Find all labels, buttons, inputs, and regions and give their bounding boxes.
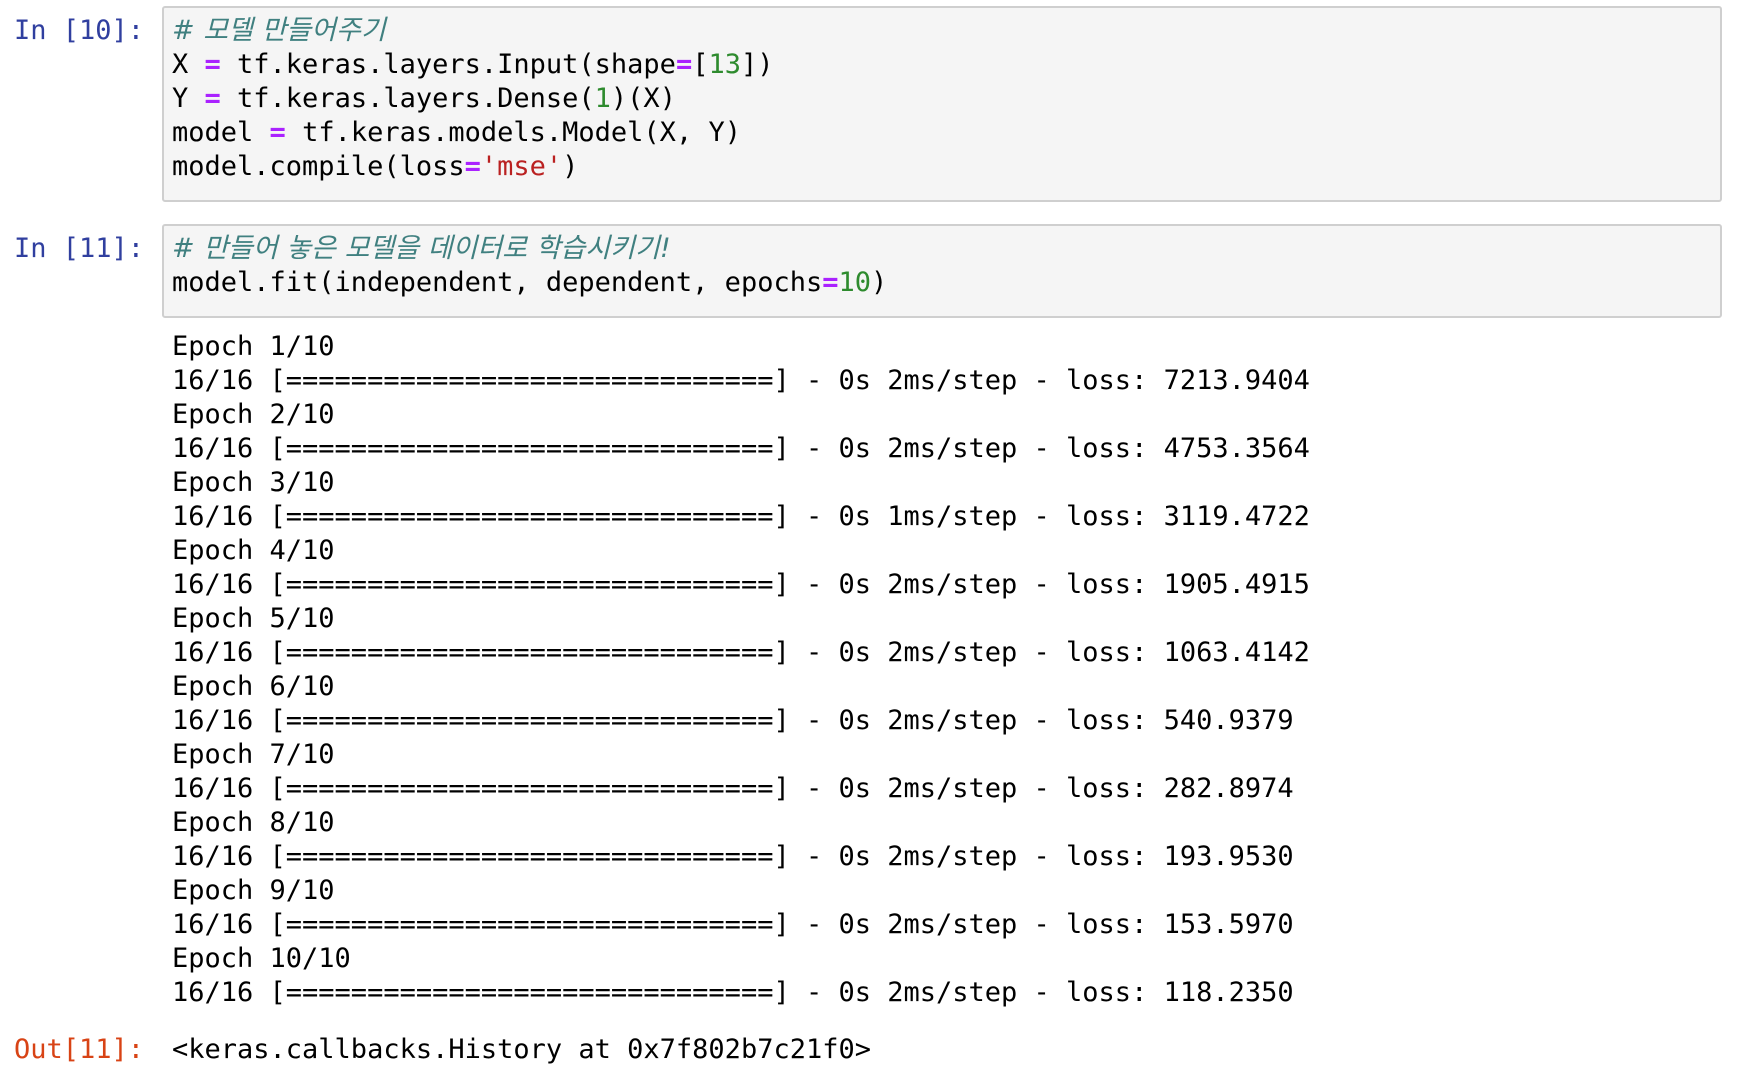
code-line: # 모델 만들어주기 xyxy=(172,14,1712,48)
epoch-header: Epoch 10/10 xyxy=(172,943,351,974)
progress-line: 16/16 [==============================] -… xyxy=(172,773,1294,804)
code-token: = xyxy=(204,49,221,80)
progress-line: 16/16 [==============================] -… xyxy=(172,705,1294,736)
epoch-header: Epoch 3/10 xyxy=(172,467,335,498)
epoch-header: Epoch 8/10 xyxy=(172,807,335,838)
code-token: = xyxy=(464,151,481,182)
code-token: = xyxy=(822,267,839,298)
epoch-header: Epoch 4/10 xyxy=(172,535,335,566)
epoch-header: Epoch 6/10 xyxy=(172,671,335,702)
code-token: X xyxy=(172,49,205,80)
code-token: tf.keras.models.Model(X, Y) xyxy=(285,117,741,148)
progress-line: 16/16 [==============================] -… xyxy=(172,433,1310,464)
code-token: [ xyxy=(692,49,709,80)
code-token: ) xyxy=(562,151,579,182)
code-line: model.compile(loss='mse') xyxy=(172,150,1712,184)
progress-line: 16/16 [==============================] -… xyxy=(172,569,1310,600)
input-prompt: In [10]: xyxy=(14,15,145,46)
code-token: ) xyxy=(871,267,888,298)
code-line: model = tf.keras.models.Model(X, Y) xyxy=(172,116,1712,150)
epoch-header: Epoch 9/10 xyxy=(172,875,335,906)
code-token: = xyxy=(204,83,221,114)
stream-output: Epoch 1/10 16/16 [=======================… xyxy=(172,330,1672,1010)
code-line: model.fit(independent, dependent, epochs… xyxy=(172,266,1712,300)
code-token: = xyxy=(675,49,693,80)
code-token: 1 xyxy=(594,83,611,114)
code-token: 10 xyxy=(838,267,871,298)
code-token: tf.keras.layers.Dense( xyxy=(220,83,595,114)
code-editor[interactable]: # 만들어 놓은 모델을 데이터로 학습시키기! model.fit(indepe… xyxy=(162,224,1722,318)
epoch-header: Epoch 2/10 xyxy=(172,399,335,430)
code-line: # 만들어 놓은 모델을 데이터로 학습시키기! xyxy=(172,232,1712,266)
code-token: model.compile(loss xyxy=(172,151,465,182)
progress-line: 16/16 [==============================] -… xyxy=(172,909,1294,940)
progress-line: 16/16 [==============================] -… xyxy=(172,501,1310,532)
code-token: )(X) xyxy=(610,83,676,114)
code-token: = xyxy=(269,117,286,148)
progress-line: 16/16 [==============================] -… xyxy=(172,841,1294,872)
code-token: Y xyxy=(172,83,205,114)
code-token: 13 xyxy=(708,49,741,80)
code-token: tf.keras.layers.Input(shape xyxy=(220,49,676,80)
epoch-header: Epoch 1/10 xyxy=(172,331,335,362)
code-token: model.fit(independent, dependent, epochs xyxy=(172,267,823,298)
code-editor[interactable]: # 모델 만들어주기 X = tf.keras.layers.Input(shap… xyxy=(162,6,1722,202)
code-token: 'mse' xyxy=(480,151,563,182)
code-comment: # 모델 만들어주기 xyxy=(172,15,386,46)
input-prompt: In [11]: xyxy=(14,233,145,264)
code-line: Y = tf.keras.layers.Dense(1)(X) xyxy=(172,82,1712,116)
result-text: <keras.callbacks.History at 0x7f802b7c21… xyxy=(172,1034,871,1065)
progress-line: 16/16 [==============================] -… xyxy=(172,637,1310,668)
code-comment: # 만들어 놓은 모델을 데이터로 학습시키기! xyxy=(172,233,671,264)
code-token: ]) xyxy=(740,49,774,80)
code-token: model xyxy=(172,117,270,148)
code-line: X = tf.keras.layers.Input(shape=[13]) xyxy=(172,48,1712,82)
epoch-header: Epoch 7/10 xyxy=(172,739,335,770)
progress-line: 16/16 [==============================] -… xyxy=(172,365,1310,396)
progress-line: 16/16 [==============================] -… xyxy=(172,977,1294,1008)
epoch-header: Epoch 5/10 xyxy=(172,603,335,634)
output-prompt: Out[11]: xyxy=(14,1034,145,1065)
